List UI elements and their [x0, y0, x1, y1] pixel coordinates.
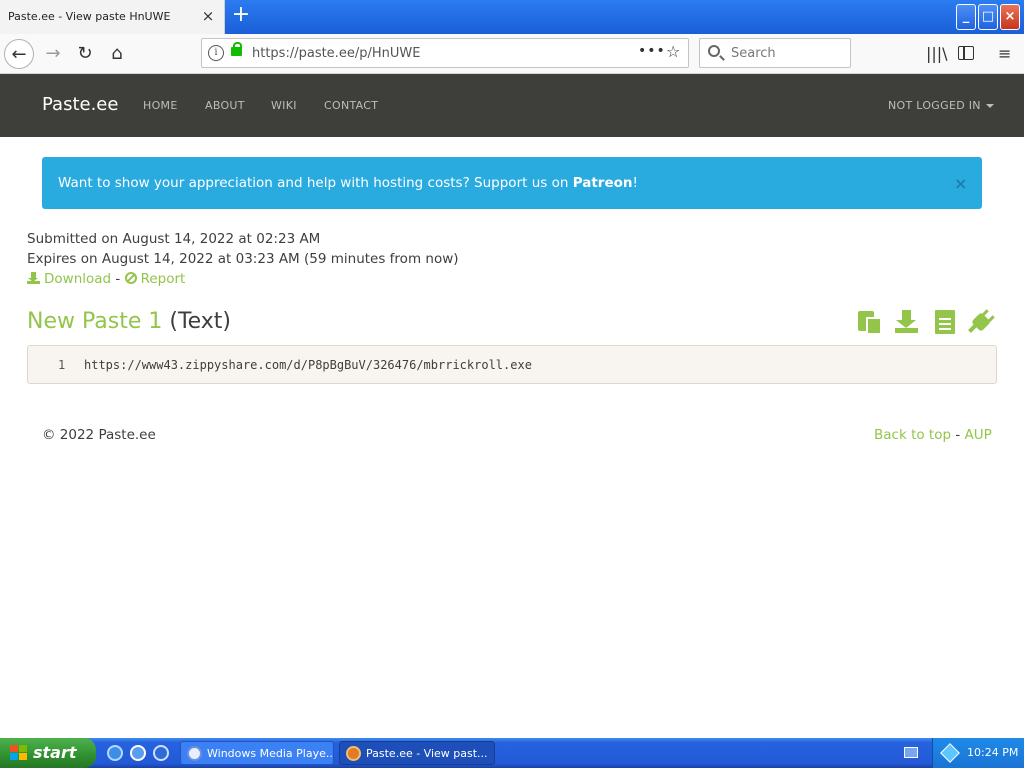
back-arrow-icon[interactable]: ← — [4, 39, 34, 69]
paste-actions: Download - Report — [27, 271, 185, 287]
windows-flag-icon — [10, 745, 28, 761]
download-label: Download — [44, 271, 112, 287]
tab-close-icon[interactable]: × — [200, 8, 216, 24]
lock-icon — [231, 42, 242, 56]
site-info-icon[interactable]: i — [208, 45, 224, 61]
embed-plug-icon[interactable] — [968, 309, 995, 335]
paste-content: 1 https://www43.zippyshare.com/d/P8pBgBu… — [27, 345, 997, 384]
download-icon — [27, 272, 40, 284]
url-text[interactable]: https://paste.ee/p/HnUWE — [252, 46, 420, 61]
aup-link[interactable]: AUP — [965, 427, 992, 443]
forward-arrow-icon[interactable]: → — [38, 39, 68, 69]
browser-tab-active[interactable]: Paste.ee - View paste HnUWE × — [0, 0, 225, 34]
login-label: NOT LOGGED IN — [888, 99, 981, 112]
report-icon — [124, 272, 137, 284]
back-to-top-link[interactable]: Back to top — [874, 427, 951, 443]
action-separator: - — [111, 271, 125, 287]
browser-title-bar: Paste.ee - View paste HnUWE × + _ □ × — [0, 0, 1024, 34]
nav-link-contact[interactable]: CONTACT — [324, 99, 378, 112]
task-label: Windows Media Playe... — [207, 747, 334, 760]
footer-separator: - — [951, 427, 965, 443]
nav-link-home[interactable]: HOME — [143, 99, 178, 112]
page-actions-icon[interactable]: ••• — [638, 43, 666, 59]
network-icon[interactable] — [940, 743, 960, 763]
search-input[interactable]: Search — [699, 38, 851, 68]
window-minimize-button[interactable]: _ — [956, 4, 976, 30]
windows-taskbar: start Windows Media Playe... Paste.ee - … — [0, 738, 1024, 768]
internet-explorer-icon[interactable] — [107, 745, 123, 761]
download-paste-icon[interactable] — [894, 309, 920, 335]
raw-file-icon[interactable] — [933, 309, 959, 335]
download-link[interactable]: Download — [27, 271, 111, 287]
keyboard-icon[interactable] — [904, 747, 918, 758]
site-navbar: Paste.ee HOME ABOUT WIKI CONTACT NOT LOG… — [0, 74, 1024, 137]
sidebar-icon[interactable] — [958, 46, 974, 60]
paste-title: New Paste 1 (Text) — [27, 309, 231, 334]
alert-message: Want to show your appreciation and help … — [58, 175, 573, 191]
close-icon: × — [1004, 9, 1016, 24]
browser-toolbar: ← → ↻ ⌂ i https://paste.ee/p/HnUWE ••• ☆… — [0, 34, 1024, 74]
site-brand[interactable]: Paste.ee — [42, 94, 118, 115]
tab-title: Paste.ee - View paste HnUWE — [8, 10, 171, 23]
media-player-icon — [187, 746, 202, 761]
report-link[interactable]: Report — [124, 271, 186, 287]
alert-suffix: ! — [632, 175, 638, 191]
caret-down-icon — [985, 104, 994, 108]
patreon-alert: Want to show your appreciation and help … — [42, 157, 982, 209]
window-maximize-button[interactable]: □ — [978, 4, 998, 30]
nav-link-about[interactable]: ABOUT — [205, 99, 245, 112]
start-button[interactable]: start — [0, 738, 96, 768]
window-close-button[interactable]: × — [1000, 4, 1020, 30]
submitted-date: Submitted on August 14, 2022 at 02:23 AM — [27, 231, 321, 247]
line-number: 1 — [58, 358, 66, 372]
paste-name: New Paste 1 — [27, 309, 163, 334]
start-label: start — [33, 743, 77, 762]
menu-icon[interactable]: ≡ — [998, 44, 1011, 63]
home-icon[interactable]: ⌂ — [102, 39, 132, 69]
address-bar[interactable]: i https://paste.ee/p/HnUWE ••• ☆ — [201, 38, 689, 68]
expires-date: Expires on August 14, 2022 at 03:23 AM (… — [27, 251, 459, 267]
maximize-icon: □ — [981, 9, 995, 24]
bookmark-star-icon[interactable]: ☆ — [666, 42, 680, 61]
footer-links: Back to top - AUP — [874, 427, 992, 443]
report-label: Report — [140, 271, 186, 287]
system-tray: 10:24 PM — [932, 738, 1024, 768]
taskbar-item-media-player[interactable]: Windows Media Playe... — [180, 741, 334, 765]
copy-clipboard-icon[interactable] — [858, 309, 884, 335]
task-label: Paste.ee - View past... — [366, 747, 488, 760]
patreon-link[interactable]: Patreon — [573, 175, 633, 191]
code-line[interactable]: https://www43.zippyshare.com/d/P8pBgBuV/… — [84, 358, 532, 372]
search-icon — [708, 45, 720, 57]
new-tab-icon[interactable]: + — [230, 4, 252, 28]
alert-text: Want to show your appreciation and help … — [58, 175, 638, 191]
reload-icon[interactable]: ↻ — [70, 39, 100, 69]
taskbar-item-firefox[interactable]: Paste.ee - View past... — [339, 741, 495, 765]
minimize-icon: _ — [962, 9, 970, 24]
library-icon[interactable]: |||\ — [926, 44, 948, 63]
login-dropdown[interactable]: NOT LOGGED IN — [888, 99, 994, 112]
paste-language: (Text) — [169, 309, 232, 334]
firefox-icon — [346, 746, 361, 761]
nav-link-wiki[interactable]: WIKI — [271, 99, 297, 112]
quicklaunch-browser-icon[interactable] — [130, 745, 146, 761]
alert-close-icon[interactable]: × — [954, 174, 967, 193]
search-placeholder: Search — [731, 46, 776, 61]
media-player-quicklaunch-icon[interactable] — [153, 745, 169, 761]
footer-copyright: © 2022 Paste.ee — [42, 427, 156, 443]
clock[interactable]: 10:24 PM — [967, 746, 1018, 759]
